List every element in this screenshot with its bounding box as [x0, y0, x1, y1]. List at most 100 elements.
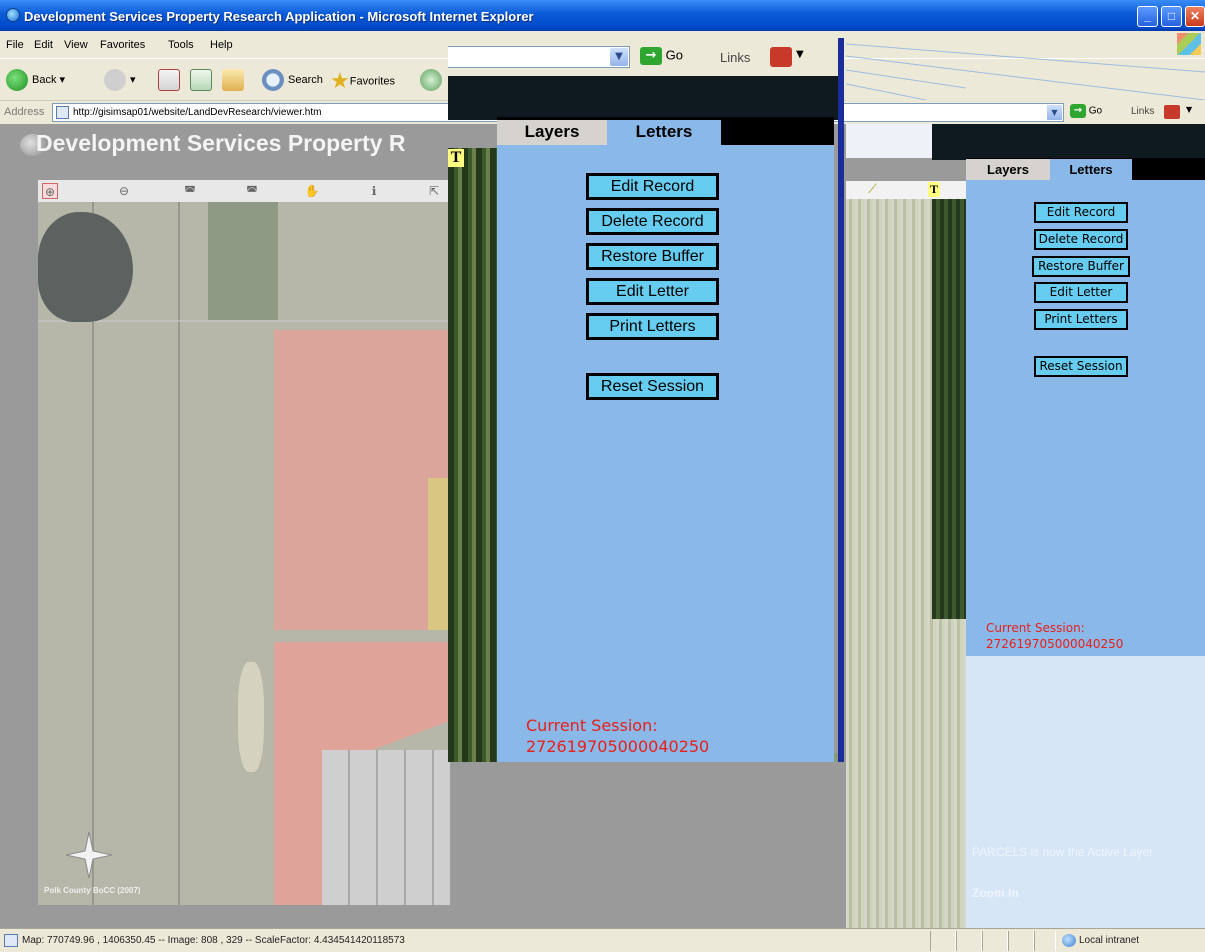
minimize-icon: _	[1144, 9, 1151, 23]
address-url: http://gisimsap01/website/LandDevResearc…	[73, 107, 322, 118]
security-zone: Local intranet	[1079, 935, 1140, 946]
right-session-id: 272619705000040250	[986, 637, 1124, 651]
back-button[interactable]: Back ▾	[6, 69, 65, 91]
session-id: 272619705000040250	[526, 737, 710, 756]
overlay-address-combo[interactable]: ▼	[448, 46, 630, 68]
forward-arrow-icon	[104, 69, 126, 91]
status-cell	[982, 931, 1008, 951]
minimize-button[interactable]: _	[1137, 6, 1158, 27]
right-go-button[interactable]: → Go	[1070, 104, 1102, 118]
map-view[interactable]: Polk County BoCC (2007)	[38, 202, 450, 905]
right-session-label: Current Session:	[986, 621, 1085, 635]
active-layer-message: PARCELS is now the Active Layer	[972, 845, 1154, 859]
highlighted-parcel	[274, 330, 450, 630]
status-cell	[1034, 931, 1056, 951]
selected-parcel	[428, 478, 450, 630]
text-tool-icon[interactable]: T	[448, 149, 464, 167]
right-map-strip-trees	[932, 199, 966, 619]
active-tool-label: Zoom In	[972, 886, 1019, 900]
session-label: Current Session:	[526, 716, 658, 735]
restore-buffer-button[interactable]: Restore Buffer	[586, 243, 719, 270]
pdf-icon[interactable]	[1164, 105, 1180, 119]
right-letters-panel: Layers Letters Edit Record Delete Record…	[966, 158, 1205, 656]
history-icon	[420, 69, 442, 91]
reset-session-button[interactable]: Reset Session	[586, 373, 719, 400]
overlay-go-label: Go	[665, 47, 683, 63]
tab-layers[interactable]: Layers	[497, 120, 607, 145]
history-button[interactable]	[420, 69, 446, 91]
zoom-previous-tool-icon[interactable]: ◚	[182, 183, 198, 199]
right-reset-session-button[interactable]: Reset Session	[1034, 356, 1128, 377]
right-edit-record-button[interactable]: Edit Record	[1034, 202, 1128, 223]
pdf-icon[interactable]	[770, 47, 792, 67]
pdf-dropdown-icon[interactable]: ▼	[796, 49, 804, 60]
right-edit-letter-button[interactable]: Edit Letter	[1034, 282, 1128, 303]
pan-hand-tool-icon[interactable]: ✋	[304, 183, 320, 199]
tab-letters[interactable]: Letters	[607, 120, 721, 145]
edit-record-button[interactable]: Edit Record	[586, 173, 719, 200]
search-icon	[262, 69, 284, 91]
line-tool-icon[interactable]: ⟋	[868, 182, 877, 197]
zoom-in-tool-icon[interactable]: ⊕	[42, 183, 58, 199]
zoom-full-tool-icon[interactable]: ◚	[244, 183, 260, 199]
favorites-label: Favorites	[349, 75, 395, 88]
map-toolbar: ⊕ ⊖ ◚ ◚ ✋ ℹ ⇱	[38, 180, 450, 202]
panel-tab-row: Layers Letters	[497, 117, 834, 145]
favorites-button[interactable]: ★Favorites	[330, 69, 395, 94]
right-map-toolbar: ⟋ T	[846, 181, 966, 199]
overlay-links-button[interactable]: Links	[720, 50, 750, 65]
chevron-down-icon[interactable]: ▼	[1047, 105, 1062, 120]
menu-tools[interactable]: Tools	[168, 39, 194, 51]
right-print-letters-button[interactable]: Print Letters	[1034, 309, 1128, 330]
refresh-button[interactable]	[190, 69, 212, 91]
right-restore-buffer-button[interactable]: Restore Buffer	[1032, 256, 1130, 277]
overlay-go-button[interactable]: → Go	[640, 47, 683, 65]
print-letters-button[interactable]: Print Letters	[586, 313, 719, 340]
chevron-down-icon[interactable]: ▼	[610, 48, 628, 66]
right-current-session: Current Session: 272619705000040250	[986, 620, 1123, 652]
status-cell	[956, 931, 982, 951]
right-links-button[interactable]: Links	[1131, 106, 1154, 117]
menu-favorites[interactable]: Favorites	[100, 39, 145, 51]
right-header-light	[846, 124, 932, 158]
status-bar: Map: 770749.96 , 1406350.45 -- Image: 80…	[0, 928, 1205, 952]
right-delete-record-button[interactable]: Delete Record	[1034, 229, 1128, 250]
intranet-zone-icon	[1062, 934, 1076, 947]
forward-button[interactable]: ▾	[104, 69, 136, 91]
close-button[interactable]: ✕	[1185, 6, 1205, 27]
maximize-button[interactable]: □	[1161, 6, 1182, 27]
overlay-map-strip	[448, 148, 498, 762]
right-tab-layers[interactable]: Layers	[966, 159, 1050, 180]
zoom-out-tool-icon[interactable]: ⊖	[116, 183, 132, 199]
title-bar: Development Services Property Research A…	[0, 0, 1205, 31]
menu-help[interactable]: Help	[210, 39, 233, 51]
address-label: Address	[4, 106, 45, 118]
right-tab-letters[interactable]: Letters	[1050, 159, 1132, 180]
menu-edit[interactable]: Edit	[34, 39, 53, 51]
lake	[38, 212, 133, 322]
refresh-icon	[190, 69, 212, 91]
home-button[interactable]	[222, 69, 244, 91]
search-label: Search	[288, 73, 323, 86]
right-go-label: Go	[1088, 105, 1103, 117]
favorites-star-icon: ★	[330, 69, 350, 94]
go-arrow-icon: →	[640, 47, 662, 65]
search-button[interactable]: Search	[262, 69, 323, 91]
close-icon: ✕	[1189, 9, 1201, 23]
measure-tool-icon[interactable]: ⇱	[426, 183, 442, 199]
pdf-dropdown-icon[interactable]: ▼	[1186, 105, 1192, 114]
go-arrow-icon: →	[1070, 104, 1086, 118]
status-cell	[1008, 931, 1034, 951]
status-text: Map: 770749.96 , 1406350.45 -- Image: 80…	[22, 935, 405, 946]
right-address-combo[interactable]: ▼	[846, 103, 1064, 122]
menu-file[interactable]: File	[6, 39, 24, 51]
right-tab-row: Layers Letters	[966, 158, 1205, 180]
window-title: Development Services Property Research A…	[24, 9, 534, 24]
menu-view[interactable]: View	[64, 39, 88, 51]
delete-record-button[interactable]: Delete Record	[586, 208, 719, 235]
text-tool-icon[interactable]: T	[928, 182, 940, 197]
identify-tool-icon[interactable]: ℹ	[366, 183, 382, 199]
edit-letter-button[interactable]: Edit Letter	[586, 278, 719, 305]
stop-button[interactable]	[158, 69, 180, 91]
zoomed-browser-overlay: ▼ → Go Links ▼ T Layers Letters Edit Rec…	[448, 38, 846, 762]
